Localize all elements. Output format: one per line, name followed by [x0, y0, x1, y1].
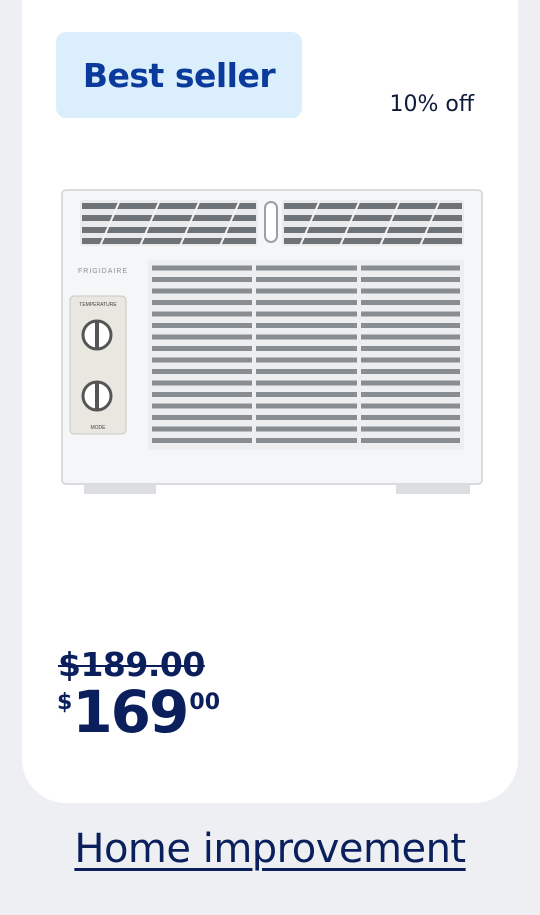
brand-text: FRIGIDAIRE: [78, 268, 128, 275]
price-currency: $: [57, 690, 73, 715]
price-dollars: 169: [72, 678, 189, 746]
discount-label: 10% off: [389, 92, 474, 117]
knob-bottom-label: MODE: [91, 425, 107, 431]
price-cents: 00: [189, 690, 221, 715]
product-image[interactable]: FRIGIDAIRE TEMPERATURE MODE: [60, 188, 484, 498]
best-seller-badge: Best seller: [56, 32, 302, 118]
current-price: $ 169 00: [57, 678, 220, 746]
knob-top-label: TEMPERATURE: [79, 302, 117, 308]
home-improvement-link[interactable]: Home improvement: [0, 826, 540, 872]
